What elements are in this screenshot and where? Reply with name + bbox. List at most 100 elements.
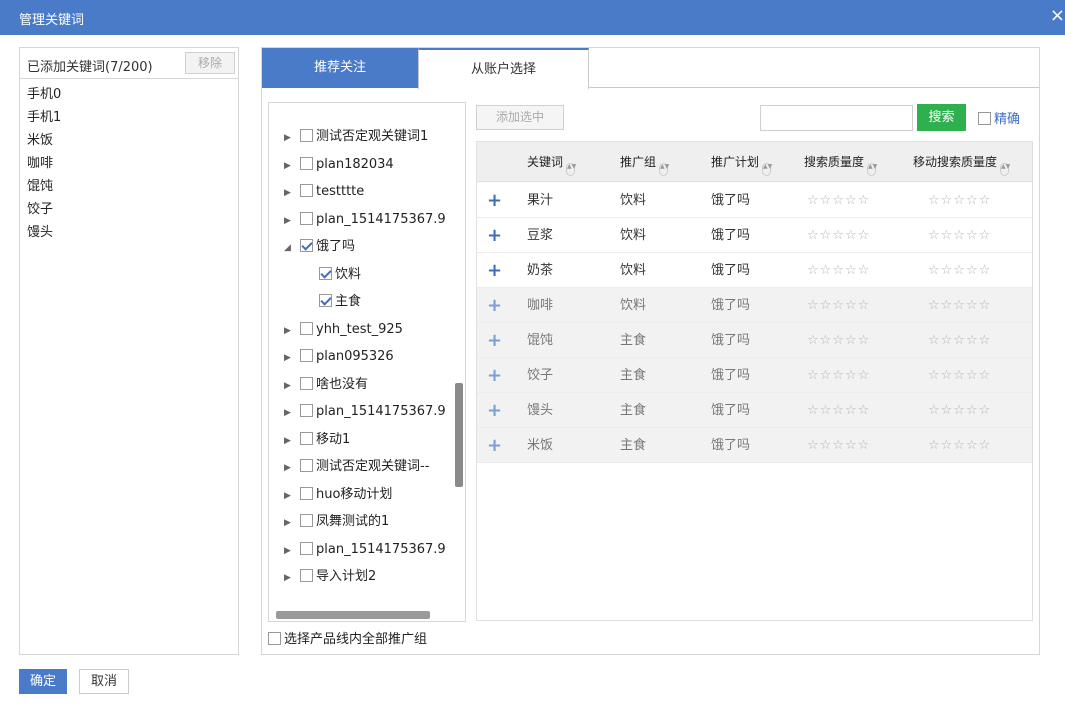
tree-node[interactable]: ▶ 测试否定观关键词1: [269, 123, 428, 150]
tree-node[interactable]: ▶ 导入计划2: [269, 563, 376, 590]
select-all-label: 选择产品线内全部推广组: [284, 632, 428, 647]
collapsed-arrow-icon[interactable]: ▶: [284, 318, 294, 345]
tree-node-checkbox[interactable]: [300, 321, 313, 335]
tree-node[interactable]: ▶ testttte: [269, 178, 364, 205]
tree-node[interactable]: ▶ 啥也没有: [269, 371, 368, 398]
sort-icon[interactable]: ▲▼: [659, 163, 669, 176]
close-icon[interactable]: ×: [1050, 6, 1065, 26]
add-keyword-plus-icon[interactable]: +: [487, 323, 502, 358]
tree-node[interactable]: ▶ yhh_test_925: [269, 316, 403, 343]
tree-node-checkbox[interactable]: [319, 294, 332, 307]
tree-node-checkbox[interactable]: [300, 376, 313, 390]
add-keyword-plus-icon[interactable]: +: [487, 183, 502, 218]
exact-match-option[interactable]: 精确: [978, 108, 1020, 127]
exact-match-checkbox[interactable]: [978, 112, 991, 125]
added-keyword-item[interactable]: 馒头: [20, 221, 238, 244]
select-all-checkbox[interactable]: [268, 632, 281, 645]
header-keyword[interactable]: 关键词 ▲▼: [527, 142, 576, 182]
tree-node[interactable]: ▶ plan182034: [269, 151, 394, 178]
collapsed-arrow-icon[interactable]: ▶: [284, 345, 294, 372]
collapsed-arrow-icon[interactable]: ▶: [284, 125, 294, 152]
tree-node[interactable]: 主食: [269, 288, 361, 315]
tree-node-checkbox[interactable]: [300, 349, 313, 362]
collapsed-arrow-icon[interactable]: ▶: [284, 400, 294, 427]
tree-node-checkbox[interactable]: [300, 211, 313, 225]
tree-node-checkbox[interactable]: [300, 514, 313, 527]
tab-from-account[interactable]: 从账户选择: [418, 48, 589, 89]
add-keyword-plus-icon[interactable]: +: [487, 288, 502, 323]
added-keyword-item[interactable]: 饺子: [20, 198, 238, 221]
cell-group: 主食: [620, 333, 647, 348]
collapsed-arrow-icon[interactable]: ▶: [284, 538, 294, 565]
confirm-button[interactable]: 确定: [19, 669, 67, 694]
add-keyword-plus-icon[interactable]: +: [487, 253, 502, 288]
sort-icon[interactable]: ▲▼: [566, 163, 576, 176]
table-header: 关键词 ▲▼ 推广组 ▲▼ 推广计划 ▲▼ 搜索质量度 ▲▼ 移动搜索质量度 ▲▼: [477, 142, 1032, 182]
header-quality[interactable]: 搜索质量度 ▲▼: [804, 142, 877, 182]
tab-recommend[interactable]: 推荐关注: [262, 48, 418, 88]
sort-icon[interactable]: ▲▼: [1000, 163, 1010, 176]
header-mobile-quality[interactable]: 移动搜索质量度 ▲▼: [913, 142, 1010, 182]
tree-vertical-scrollbar[interactable]: [455, 383, 463, 487]
tree-node-checkbox[interactable]: [300, 569, 313, 582]
collapsed-arrow-icon[interactable]: ▶: [284, 565, 294, 592]
tree-node-checkbox[interactable]: [300, 486, 313, 500]
tree-node[interactable]: ◢ 饿了吗: [269, 233, 355, 260]
add-keyword-plus-icon[interactable]: +: [487, 358, 502, 393]
table-row: + 米饭 主食 饿了吗 ☆☆☆☆☆ ☆☆☆☆☆: [477, 428, 1032, 463]
expanded-arrow-icon[interactable]: ◢: [284, 235, 294, 262]
tree-node-checkbox[interactable]: [300, 404, 313, 417]
tree-node-checkbox[interactable]: [300, 184, 313, 197]
collapsed-arrow-icon[interactable]: ▶: [284, 510, 294, 537]
tree-node-checkbox[interactable]: [300, 541, 313, 555]
tree-node[interactable]: ▶ plan095326: [269, 343, 394, 370]
exact-match-label: 精确: [994, 112, 1021, 127]
search-button[interactable]: 搜索: [917, 104, 966, 131]
add-keyword-plus-icon[interactable]: +: [487, 393, 502, 428]
cell-group: 饮料: [620, 228, 647, 243]
cell-keyword: 米饭: [527, 438, 554, 453]
tree-node-label: plan182034: [316, 156, 394, 172]
tree-node[interactable]: ▶ plan_1514175367.9: [269, 536, 446, 563]
tree-node[interactable]: ▶ plan_1514175367.9: [269, 206, 446, 233]
cell-quality-stars: ☆☆☆☆☆: [807, 228, 871, 243]
sort-icon[interactable]: ▲▼: [762, 163, 772, 176]
header-plan[interactable]: 推广计划 ▲▼: [711, 142, 772, 182]
collapsed-arrow-icon[interactable]: ▶: [284, 428, 294, 455]
collapsed-arrow-icon[interactable]: ▶: [284, 208, 294, 235]
added-keyword-item[interactable]: 馄饨: [20, 175, 238, 198]
tree-horizontal-scrollbar[interactable]: [276, 611, 430, 619]
tree-node-checkbox[interactable]: [300, 239, 313, 252]
collapsed-arrow-icon[interactable]: ▶: [284, 373, 294, 400]
tree-node[interactable]: ▶ 测试否定观关键词--: [269, 453, 429, 480]
tree-node[interactable]: 饮料: [269, 261, 361, 288]
header-group[interactable]: 推广组 ▲▼: [620, 142, 669, 182]
added-keyword-item[interactable]: 手机0: [20, 83, 238, 106]
cell-mobile-quality-stars: ☆☆☆☆☆: [928, 298, 992, 313]
cancel-button[interactable]: 取消: [79, 669, 129, 694]
add-keyword-plus-icon[interactable]: +: [487, 428, 502, 463]
add-selected-button[interactable]: 添加选中: [476, 105, 564, 130]
collapsed-arrow-icon[interactable]: ▶: [284, 455, 294, 482]
added-keyword-item[interactable]: 米饭: [20, 129, 238, 152]
collapsed-arrow-icon[interactable]: ▶: [284, 180, 294, 207]
collapsed-arrow-icon[interactable]: ▶: [284, 483, 294, 510]
added-keyword-item[interactable]: 咖啡: [20, 152, 238, 175]
collapsed-arrow-icon[interactable]: ▶: [284, 153, 294, 180]
tree-node-checkbox[interactable]: [319, 266, 332, 280]
remove-button[interactable]: 移除: [185, 52, 235, 74]
search-input[interactable]: [760, 105, 913, 131]
select-all-groups[interactable]: 选择产品线内全部推广组: [268, 628, 427, 647]
tree-node-checkbox[interactable]: [300, 431, 313, 445]
dialog-titlebar: 管理关键词 ×: [0, 0, 1065, 35]
tree-node[interactable]: ▶ 移动1: [269, 426, 350, 453]
tree-node[interactable]: ▶ huo移动计划: [269, 481, 392, 508]
tree-node[interactable]: ▶ 凤舞测试的1: [269, 508, 389, 535]
added-keyword-item[interactable]: 手机1: [20, 106, 238, 129]
add-keyword-plus-icon[interactable]: +: [487, 218, 502, 253]
tree-node-checkbox[interactable]: [300, 459, 313, 472]
tree-node[interactable]: ▶ plan_1514175367.9: [269, 398, 446, 425]
sort-icon[interactable]: ▲▼: [867, 163, 877, 176]
tree-node-checkbox[interactable]: [300, 156, 313, 170]
tree-node-checkbox[interactable]: [300, 129, 313, 142]
